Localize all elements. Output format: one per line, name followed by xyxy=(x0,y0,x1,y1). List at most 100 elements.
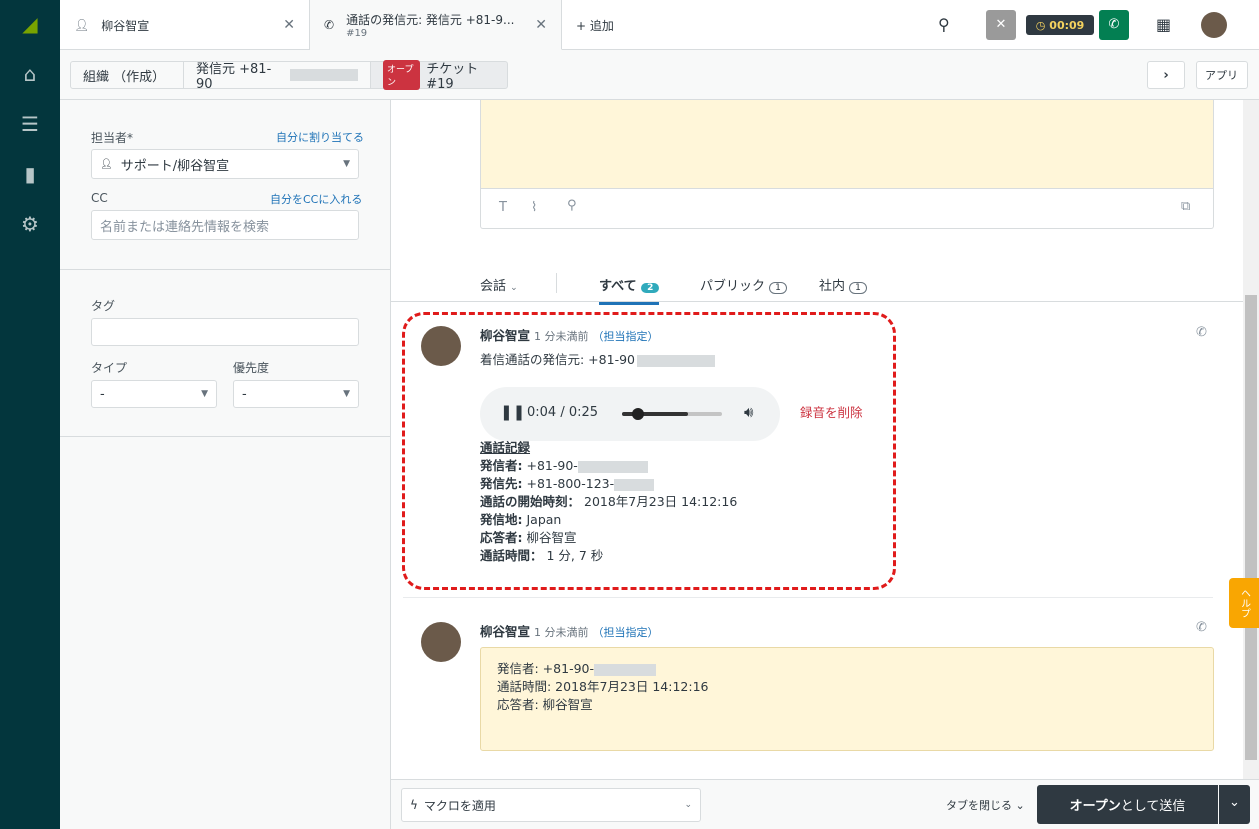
record-row: 発信先: +81-800-123- xyxy=(480,475,737,493)
crumb-requester[interactable]: 発信元 +81-90 xyxy=(183,61,371,92)
user-icon: 👤︎ xyxy=(100,158,113,170)
volume-icon[interactable]: 🔊︎ xyxy=(744,403,753,421)
pause-icon[interactable]: ❚❚ xyxy=(500,403,525,421)
record-value: +81-800-123- xyxy=(526,476,615,491)
timestamp: 1 分未満前 xyxy=(534,330,589,343)
event-title: 着信通話の発信元: +81-90 xyxy=(480,351,715,369)
conversations-filter[interactable]: 会話 ⌄ xyxy=(480,275,518,294)
status-badge: オープン xyxy=(383,60,421,90)
scrollbar[interactable] xyxy=(1243,100,1259,780)
assignee-select[interactable]: 👤︎ サポート/柳谷智宣 ▼ xyxy=(91,149,359,179)
nav-sidebar: ◢ ⌂ ☰ ▮ ⚙ xyxy=(0,0,60,829)
close-tab-select[interactable]: タブを閉じる ⌄ xyxy=(946,797,1025,813)
crumb-ticket[interactable]: オープン チケット #19 xyxy=(370,60,508,92)
ticket-properties: 担当者* 自分に割り当てる 👤︎ サポート/柳谷智宣 ▼ CC 自分をCCに入れる … xyxy=(60,100,391,829)
chevron-down-icon: ⌄ xyxy=(510,283,518,293)
count-badge: 2 xyxy=(641,283,660,293)
call-icon: ✆ xyxy=(1196,620,1207,635)
submit-options-chevron-icon[interactable]: ⌄ xyxy=(1219,785,1250,824)
submit-label: として送信 xyxy=(1120,799,1186,814)
record-key: 応答者: xyxy=(480,530,523,545)
filter-label: 会話 xyxy=(480,279,507,294)
text-format-icon[interactable]: T xyxy=(499,200,507,215)
cc-self-link[interactable]: 自分をCCに入れる xyxy=(270,191,362,207)
crumb-label: 発信元 +81-90 xyxy=(196,62,272,92)
divider xyxy=(556,273,557,293)
filter-internal[interactable]: 社内 1 xyxy=(819,275,867,294)
priority-label: 優先度 xyxy=(233,361,270,375)
puzzle-icon[interactable]: ⧉ xyxy=(1181,199,1190,214)
cc-placeholder: 名前または連絡先情報を検索 xyxy=(100,219,270,235)
chevron-right-icon[interactable]: › xyxy=(1147,61,1185,89)
timestamp: 1 分未満前 xyxy=(534,626,589,639)
assign-link[interactable]: （担当指定） xyxy=(592,330,658,343)
apps-button[interactable]: アプリ xyxy=(1196,61,1248,89)
close-icon[interactable]: ✕ xyxy=(283,17,295,33)
tags-input[interactable] xyxy=(91,318,359,346)
bottom-bar: ϟ マクロを適用 ⌄ タブを閉じる ⌄ オープン として送信 ⌄ xyxy=(391,779,1259,829)
type-select[interactable]: - ▼ xyxy=(91,380,217,408)
avatar xyxy=(421,326,461,366)
call-timer: ◷ 00:09 xyxy=(1026,15,1094,35)
zendesk-logo[interactable]: ◢ xyxy=(18,12,42,36)
reply-editor[interactable]: T ⌇ ⚲ ⧉ xyxy=(480,100,1214,229)
crumb-label: 組織 （作成） xyxy=(83,69,166,85)
divider xyxy=(481,188,1213,189)
priority-select[interactable]: - ▼ xyxy=(233,380,359,408)
timer-value: 00:09 xyxy=(1049,18,1085,32)
home-icon[interactable]: ⌂ xyxy=(18,62,42,86)
editor-area[interactable] xyxy=(481,100,1213,188)
tab-ticket[interactable]: ✆ 通話の発信元: 発信元 +81-9... #19 ✕ xyxy=(310,0,562,50)
note-line: 応答者: 柳谷智宣 xyxy=(497,697,593,712)
apps-label: アプリ xyxy=(1205,69,1238,82)
attachment-icon[interactable]: ⌇ xyxy=(531,200,537,215)
admin-gear-icon[interactable]: ⚙ xyxy=(18,212,42,236)
assign-link[interactable]: （担当指定） xyxy=(592,626,658,639)
assignee-value: サポート/柳谷智宣 xyxy=(120,158,230,174)
progress-slider[interactable] xyxy=(622,408,722,420)
assign-self-link[interactable]: 自分に割り当てる xyxy=(276,129,364,145)
avatar[interactable] xyxy=(1201,12,1227,38)
chat-offline-icon[interactable]: ✕ xyxy=(986,10,1016,40)
search-icon[interactable]: ⚲ xyxy=(938,15,950,34)
tab-label: 通話の発信元: 発信元 +81-9... xyxy=(346,12,515,27)
delete-recording-link[interactable]: 録音を削除 xyxy=(800,404,863,422)
record-key: 発信地: xyxy=(480,512,523,527)
divider xyxy=(391,301,1243,302)
breadcrumb: 組織 （作成） 発信元 +81-90 オープン チケット #19 › アプリ xyxy=(60,50,1259,100)
close-icon[interactable]: ✕ xyxy=(535,17,547,33)
count-badge: 1 xyxy=(769,282,787,294)
help-button[interactable]: ヘルプ xyxy=(1229,578,1259,628)
author-name[interactable]: 柳谷智宣 xyxy=(480,328,530,343)
reporting-icon[interactable]: ▮ xyxy=(18,162,42,186)
chevron-down-icon: ⌄ xyxy=(684,800,692,810)
filter-public[interactable]: パブリック 1 xyxy=(700,275,787,294)
record-row: 応答者: 柳谷智宣 xyxy=(480,529,737,547)
chevron-down-icon: ⌄ xyxy=(1015,799,1025,812)
event-header: 柳谷智宣 1 分未満前 （担当指定） xyxy=(480,327,658,346)
macro-select[interactable]: ϟ マクロを適用 ⌄ xyxy=(401,788,701,822)
add-tab-button[interactable]: + 追加 xyxy=(562,0,628,50)
apps-grid-icon[interactable]: ▦ xyxy=(1156,15,1171,34)
cc-input[interactable]: 名前または連絡先情報を検索 xyxy=(91,210,359,240)
crumb-organization[interactable]: 組織 （作成） xyxy=(70,61,184,89)
tab-label: 柳谷智宣 xyxy=(101,18,150,33)
audio-player[interactable]: ❚❚ 0:04 / 0:25 🔊︎ xyxy=(480,387,780,441)
cc-label: CC xyxy=(91,191,108,205)
phone-icon[interactable]: ✆ xyxy=(1099,10,1129,40)
views-icon[interactable]: ☰ xyxy=(18,112,42,136)
chevron-down-icon: ▼ xyxy=(343,159,350,169)
author-name[interactable]: 柳谷智宣 xyxy=(480,624,530,639)
chevron-down-icon: ▼ xyxy=(201,389,208,399)
incoming-call-icon: ✆ xyxy=(324,17,335,32)
assignee-label: 担当者* xyxy=(91,131,134,145)
tab-user[interactable]: 👤︎ 柳谷智宣 ✕ xyxy=(60,0,310,50)
record-title: 通話記録 xyxy=(480,440,531,455)
search-icon[interactable]: ⚲ xyxy=(567,198,577,213)
divider xyxy=(403,597,1213,598)
submit-button[interactable]: オープン として送信 xyxy=(1037,785,1218,824)
filter-label: 社内 xyxy=(819,279,846,294)
record-value: +81-90- xyxy=(526,458,578,473)
conversation-pane: T ⌇ ⚲ ⧉ 会話 ⌄ すべて 2 パブリック 1 社内 1 柳谷智宣 1 分… xyxy=(391,100,1243,780)
submit-status: オープン xyxy=(1069,799,1121,814)
